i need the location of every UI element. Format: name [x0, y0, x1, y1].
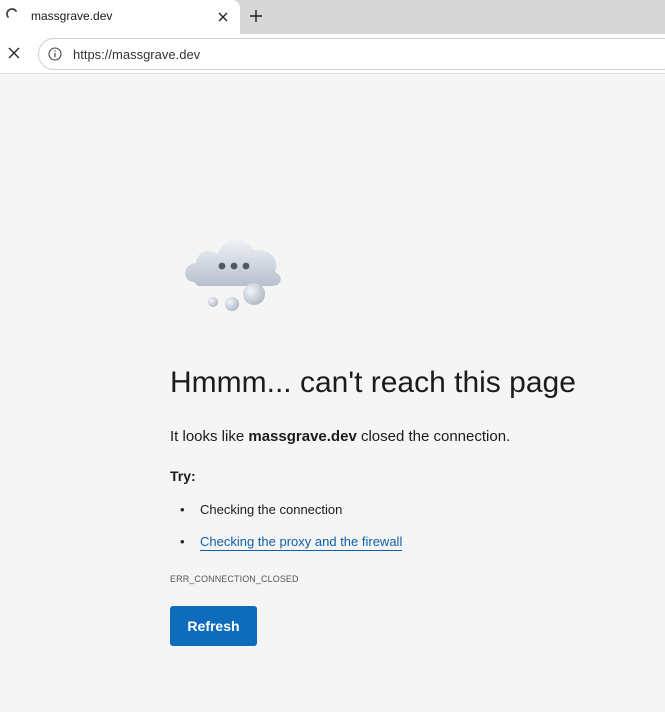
refresh-button[interactable]: Refresh: [170, 606, 257, 646]
error-host: massgrave.dev: [248, 428, 357, 445]
error-description: It looks like massgrave.dev closed the c…: [170, 428, 510, 445]
address-bar[interactable]: https://massgrave.dev: [38, 38, 665, 70]
tab-active[interactable]: massgrave.dev: [0, 0, 240, 34]
suggestion-text: Checking the connection: [200, 502, 343, 517]
error-desc-prefix: It looks like: [170, 428, 249, 445]
tab-strip: massgrave.dev: [0, 0, 665, 34]
cloud-icon: [180, 230, 288, 316]
loading-spinner-icon: [6, 8, 20, 22]
try-label: Try:: [170, 468, 196, 484]
bullet: •: [180, 502, 185, 517]
toolbar: https://massgrave.dev: [0, 34, 665, 74]
tab-close-icon[interactable]: [214, 8, 232, 26]
info-icon[interactable]: [48, 47, 62, 61]
error-code: ERR_CONNECTION_CLOSED: [170, 574, 299, 584]
url-text[interactable]: https://massgrave.dev: [73, 47, 200, 62]
error-desc-suffix: closed the connection.: [356, 428, 511, 445]
error-heading: Hmmm... can't reach this page: [170, 366, 576, 399]
tab-title: massgrave.dev: [31, 9, 113, 23]
suggestion-item: • Checking the connection: [180, 502, 342, 517]
suggestion-item: • Checking the proxy and the firewall: [180, 534, 403, 551]
new-tab-plus-icon[interactable]: [246, 6, 266, 26]
stop-loading-close-icon[interactable]: [4, 43, 24, 63]
bullet: •: [180, 534, 185, 549]
proxy-firewall-link[interactable]: Checking the proxy and the firewall: [200, 534, 403, 551]
